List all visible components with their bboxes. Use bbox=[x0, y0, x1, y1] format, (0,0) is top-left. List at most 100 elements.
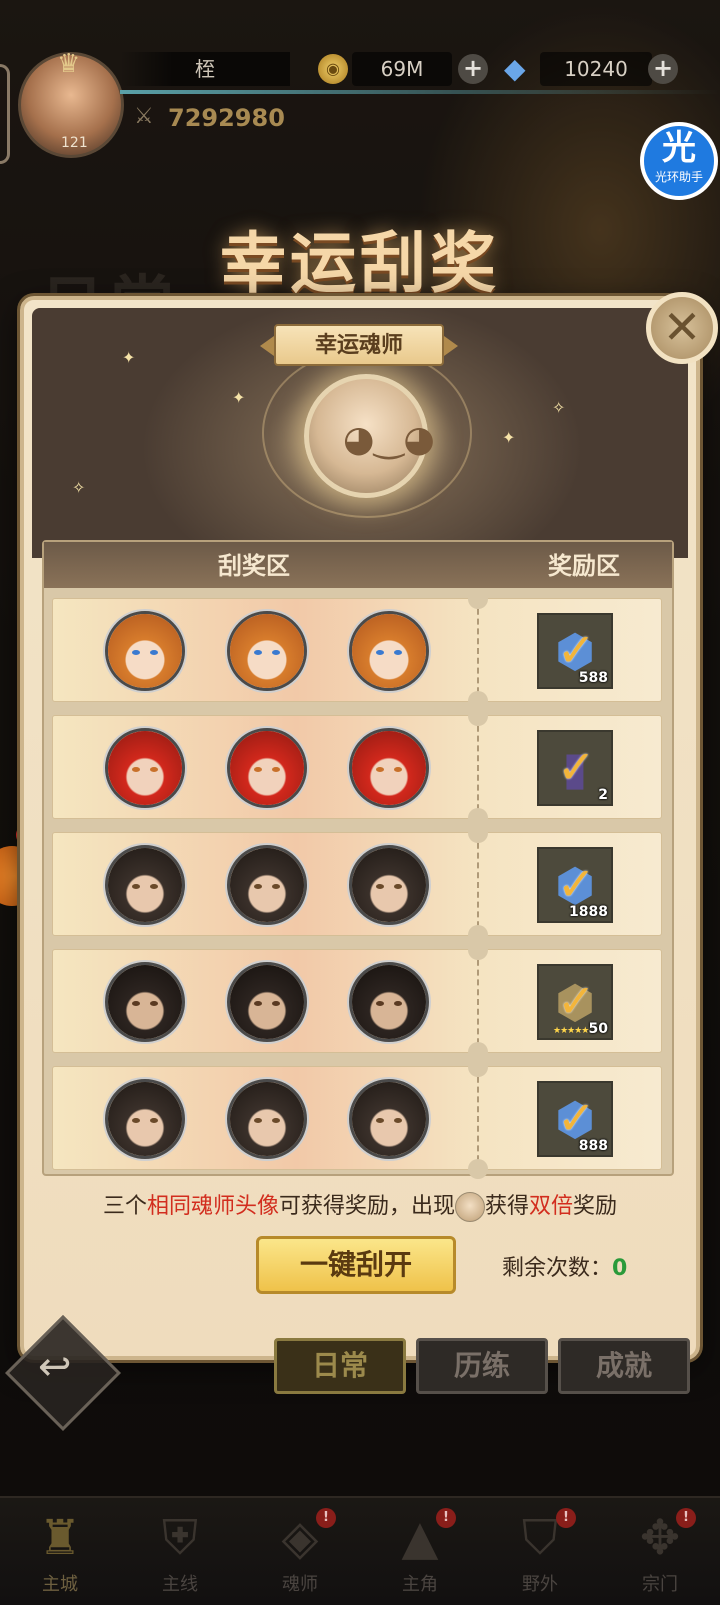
portrait-face bbox=[230, 731, 304, 805]
portrait-eye bbox=[272, 650, 280, 655]
reward-slot[interactable]: ⬢ ✓ 588 bbox=[537, 613, 613, 689]
portrait-face bbox=[230, 1082, 304, 1156]
soul-master-portrait[interactable] bbox=[349, 611, 429, 691]
portrait-face bbox=[230, 965, 304, 1039]
tab-1[interactable]: 历练 bbox=[416, 1338, 548, 1394]
reward-quantity: 888 bbox=[578, 1138, 608, 1154]
crossed-swords-icon: ⚔ bbox=[134, 104, 154, 129]
nav-item-0[interactable]: ♜ 主城 bbox=[0, 1498, 120, 1605]
reward-slot[interactable]: ⬢ ✓ ★★★★★ 50 bbox=[537, 964, 613, 1040]
portrait-eye bbox=[394, 767, 402, 772]
soul-master-portrait[interactable] bbox=[227, 1079, 307, 1159]
soul-master-portrait[interactable] bbox=[105, 962, 185, 1042]
hint-highlight-double: 双倍 bbox=[529, 1194, 574, 1219]
reward-slot[interactable]: ▮ ✓ 2 bbox=[537, 730, 613, 806]
assistant-char: 光 bbox=[662, 128, 696, 168]
diamond-emblem-icon: ◈ bbox=[281, 1510, 319, 1566]
back-arrow-icon: ↩ bbox=[38, 1344, 72, 1390]
soul-master-portrait[interactable] bbox=[349, 962, 429, 1042]
hood-icon: ▲ bbox=[401, 1510, 439, 1566]
row-dashed-divider bbox=[477, 1067, 479, 1171]
tab-0[interactable]: 日常 bbox=[274, 1338, 406, 1394]
combat-power: 7292980 bbox=[168, 104, 285, 132]
player-name: 桎 bbox=[120, 52, 290, 86]
banner-left-wing bbox=[260, 336, 274, 356]
portrait-eye bbox=[376, 1118, 384, 1123]
soul-master-portrait[interactable] bbox=[227, 962, 307, 1042]
portrait-face bbox=[108, 1082, 182, 1156]
notification-badge: ! bbox=[556, 1508, 576, 1528]
hint-text-1: 三个 bbox=[102, 1194, 147, 1219]
portrait-eye bbox=[254, 884, 262, 889]
sparkle-icon: ✧ bbox=[72, 478, 86, 497]
claimed-check-icon: ✓ bbox=[557, 740, 596, 794]
scratch-all-button[interactable]: 一键刮开 bbox=[256, 1236, 456, 1294]
nav-item-3[interactable]: ▲ 主角! bbox=[360, 1498, 480, 1605]
crown-icon: ♛ bbox=[57, 49, 81, 79]
hud-divider-line bbox=[120, 90, 720, 94]
portrait-eye bbox=[132, 650, 140, 655]
portrait-face bbox=[108, 848, 182, 922]
claimed-check-icon: ✓ bbox=[557, 1091, 596, 1145]
banner-right-wing bbox=[444, 336, 458, 356]
notification-badge: ! bbox=[436, 1508, 456, 1528]
portrait-face bbox=[352, 731, 426, 805]
hint-text-4: 奖励 bbox=[573, 1194, 618, 1219]
reward-slot[interactable]: ⬢ ✓ 1888 bbox=[537, 847, 613, 923]
nav-item-2[interactable]: ◈ 魂师! bbox=[240, 1498, 360, 1605]
reward-star-rating: ★★★★★ bbox=[553, 1026, 589, 1036]
soul-master-portrait[interactable] bbox=[349, 1079, 429, 1159]
soul-master-portrait[interactable] bbox=[227, 611, 307, 691]
soul-master-portrait[interactable] bbox=[105, 728, 185, 808]
nav-item-1[interactable]: ⛨ 主线 bbox=[120, 1498, 240, 1605]
portrait-face bbox=[108, 614, 182, 688]
portrait-eye bbox=[272, 1118, 280, 1123]
portrait-eye bbox=[394, 884, 402, 889]
nav-label: 宗门 bbox=[642, 1574, 678, 1595]
player-avatar[interactable]: ♛ 121 bbox=[18, 49, 124, 158]
remaining-label: 剩余次数： bbox=[502, 1256, 613, 1281]
portrait-eye bbox=[394, 1001, 402, 1006]
featured-soul-master-portrait: ◕‿◕ bbox=[304, 374, 435, 498]
soul-master-portrait[interactable] bbox=[105, 845, 185, 925]
row-dashed-divider bbox=[477, 833, 479, 937]
portrait-face bbox=[352, 614, 426, 688]
portrait-face bbox=[230, 614, 304, 688]
diamond-icon: ◆ bbox=[504, 52, 526, 85]
portrait-eye bbox=[132, 767, 140, 772]
diamond-amount: 10240 bbox=[540, 52, 652, 86]
nav-label: 主线 bbox=[162, 1574, 198, 1595]
scratch-row: ⬢ ✓ 588 bbox=[52, 589, 662, 711]
soul-master-portrait[interactable] bbox=[105, 611, 185, 691]
soul-master-portrait[interactable] bbox=[349, 845, 429, 925]
top-hud: ♛ 121 桎 ◉ 69M + ◆ 10240 + ⚔ 7292980 bbox=[0, 40, 720, 164]
scratch-row: ⬢ ✓ 1888 bbox=[52, 823, 662, 945]
soul-master-portrait[interactable] bbox=[105, 1079, 185, 1159]
gold-coin-icon: ◉ bbox=[318, 54, 348, 84]
nav-item-5[interactable]: ✥ 宗门! bbox=[600, 1498, 720, 1605]
tab-2[interactable]: 成就 bbox=[558, 1338, 690, 1394]
add-gold-button[interactable]: + bbox=[458, 54, 488, 84]
scratch-row: ⬢ ✓ 888 bbox=[52, 1057, 662, 1179]
nav-item-4[interactable]: ⛉ 野外! bbox=[480, 1498, 600, 1605]
ticket-notch bbox=[468, 1057, 488, 1077]
field-shield-icon: ⛉ bbox=[521, 1510, 558, 1566]
portrait-eye bbox=[132, 884, 140, 889]
reward-slot[interactable]: ⬢ ✓ 888 bbox=[537, 1081, 613, 1157]
assistant-button[interactable]: 光 光环助手 bbox=[640, 122, 718, 200]
reward-zone-header: 奖励区 bbox=[548, 552, 620, 580]
soul-master-portrait[interactable] bbox=[227, 728, 307, 808]
close-button[interactable]: ✕ bbox=[646, 292, 718, 364]
row-dashed-divider bbox=[477, 599, 479, 703]
portrait-eye bbox=[254, 1001, 262, 1006]
add-diamond-button[interactable]: + bbox=[648, 54, 678, 84]
portrait-eye bbox=[272, 1001, 280, 1006]
sparkle-icon: ✦ bbox=[502, 428, 516, 447]
nav-label: 野外 bbox=[522, 1574, 558, 1595]
ticket-notch bbox=[468, 1159, 488, 1179]
notification-badge: ! bbox=[676, 1508, 696, 1528]
portrait-eye bbox=[254, 767, 262, 772]
soul-master-portrait[interactable] bbox=[227, 845, 307, 925]
soul-master-portrait[interactable] bbox=[349, 728, 429, 808]
ticket-notch bbox=[468, 940, 488, 960]
